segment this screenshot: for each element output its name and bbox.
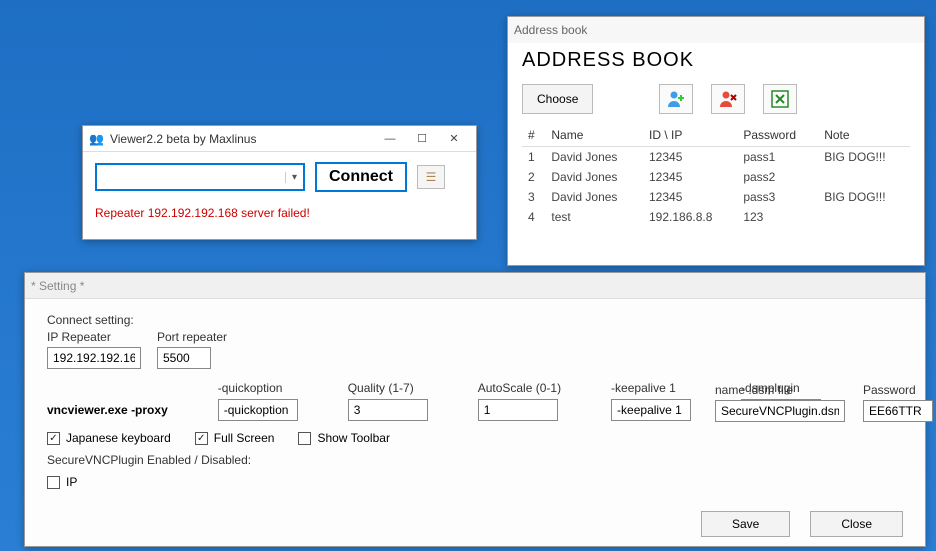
minimize-button[interactable]: —	[374, 128, 406, 150]
remove-contact-button[interactable]	[711, 84, 745, 114]
settings-title: * Setting *	[31, 279, 919, 293]
dsmfile-input[interactable]	[715, 400, 845, 422]
table-row[interactable]: 2David Jones12345pass2	[522, 167, 910, 187]
col-password[interactable]: Password	[737, 124, 818, 147]
port-repeater-label: Port repeater	[157, 330, 227, 344]
cell-idip: 12345	[643, 147, 737, 168]
checkbox-icon: ✓	[47, 432, 60, 445]
add-contact-button[interactable]	[659, 84, 693, 114]
dsmfile-header: name .dsm file	[715, 383, 845, 397]
quickoption-input[interactable]	[218, 399, 298, 421]
cell-password: pass1	[737, 147, 818, 168]
proxy-label: vncviewer.exe -proxy	[47, 403, 200, 417]
cell-idip: 12345	[643, 187, 737, 207]
quickoption-header: -quickoption	[218, 381, 330, 395]
close-button[interactable]: ✕	[438, 128, 470, 150]
ip-repeater-label: IP Repeater	[47, 330, 141, 344]
keepalive-header: -keepalive 1	[611, 381, 723, 395]
quality-input[interactable]	[348, 399, 428, 421]
settings-titlebar: * Setting *	[25, 273, 925, 299]
ip-repeater-input[interactable]	[47, 347, 141, 369]
fullscreen-label: Full Screen	[214, 431, 275, 445]
plugin-enabled-label: SecureVNCPlugin Enabled / Disabled:	[47, 453, 903, 467]
excel-icon	[771, 90, 789, 108]
autoscale-input[interactable]	[478, 399, 558, 421]
cell-password: pass2	[737, 167, 818, 187]
cell-note	[818, 167, 910, 187]
connect-setting-label: Connect setting:	[47, 313, 903, 327]
address-table: # Name ID \ IP Password Note 1David Jone…	[522, 124, 910, 227]
viewer-titlebar: 👥 Viewer2.2 beta by Maxlinus — ☐ ✕	[83, 126, 476, 152]
book-icon: ☰	[426, 170, 437, 184]
port-repeater-input[interactable]	[157, 347, 211, 369]
cell-name: David Jones	[545, 187, 643, 207]
col-note[interactable]: Note	[818, 124, 910, 147]
ip-checkbox-label: IP	[66, 475, 77, 489]
cell-num: 4	[522, 207, 545, 227]
cell-num: 3	[522, 187, 545, 207]
addressbook-window: Address book ADDRESS BOOK Choose # Name …	[507, 16, 925, 266]
jp-keyboard-label: Japanese keyboard	[66, 431, 171, 445]
person-remove-icon	[718, 90, 738, 108]
choose-button[interactable]: Choose	[522, 84, 593, 114]
checkbox-icon	[298, 432, 311, 445]
cell-note: BIG DOG!!!	[818, 147, 910, 168]
ip-checkbox[interactable]: IP	[47, 475, 903, 489]
addressbook-heading: ADDRESS BOOK	[522, 49, 910, 72]
cell-idip: 192.186.8.8	[643, 207, 737, 227]
password-input[interactable]	[863, 400, 933, 422]
table-row[interactable]: 4test192.186.8.8123	[522, 207, 910, 227]
col-name[interactable]: Name	[545, 124, 643, 147]
settings-window: * Setting * Connect setting: IP Repeater…	[24, 272, 926, 547]
cell-idip: 12345	[643, 167, 737, 187]
jp-keyboard-checkbox[interactable]: ✓ Japanese keyboard	[47, 431, 171, 445]
viewer-app-icon: 👥	[89, 132, 104, 146]
chevron-down-icon[interactable]: ▾	[285, 172, 303, 183]
quality-header: Quality (1-7)	[348, 381, 460, 395]
status-text: Repeater 192.192.192.168 server failed!	[95, 206, 464, 220]
table-row[interactable]: 3David Jones12345pass3BIG DOG!!!	[522, 187, 910, 207]
maximize-button[interactable]: ☐	[406, 128, 438, 150]
export-excel-button[interactable]	[763, 84, 797, 114]
addressbook-window-title: Address book	[514, 23, 918, 37]
cell-name: David Jones	[545, 147, 643, 168]
cell-num: 1	[522, 147, 545, 168]
host-combobox[interactable]: ▾	[95, 163, 305, 191]
cell-note	[818, 207, 910, 227]
cell-password: 123	[737, 207, 818, 227]
autoscale-header: AutoScale (0-1)	[478, 381, 593, 395]
password-header: Password	[863, 383, 933, 397]
save-button[interactable]: Save	[701, 511, 790, 537]
fullscreen-checkbox[interactable]: ✓ Full Screen	[195, 431, 275, 445]
close-button[interactable]: Close	[810, 511, 903, 537]
checkbox-icon: ✓	[195, 432, 208, 445]
viewer-window: 👥 Viewer2.2 beta by Maxlinus — ☐ ✕ ▾ Con…	[82, 125, 477, 240]
table-row[interactable]: 1David Jones12345pass1BIG DOG!!!	[522, 147, 910, 168]
viewer-title: Viewer2.2 beta by Maxlinus	[110, 132, 374, 146]
person-add-icon	[666, 90, 686, 108]
cell-name: David Jones	[545, 167, 643, 187]
host-input[interactable]	[97, 170, 285, 184]
showtoolbar-checkbox[interactable]: Show Toolbar	[298, 431, 390, 445]
checkbox-icon	[47, 476, 60, 489]
col-num[interactable]: #	[522, 124, 545, 147]
cell-note: BIG DOG!!!	[818, 187, 910, 207]
connect-button[interactable]: Connect	[315, 162, 407, 192]
cell-name: test	[545, 207, 643, 227]
col-idip[interactable]: ID \ IP	[643, 124, 737, 147]
showtoolbar-label: Show Toolbar	[317, 431, 390, 445]
keepalive-input[interactable]	[611, 399, 691, 421]
cell-num: 2	[522, 167, 545, 187]
addressbook-titlebar: Address book	[508, 17, 924, 43]
cell-password: pass3	[737, 187, 818, 207]
options-button[interactable]: ☰	[417, 165, 445, 189]
